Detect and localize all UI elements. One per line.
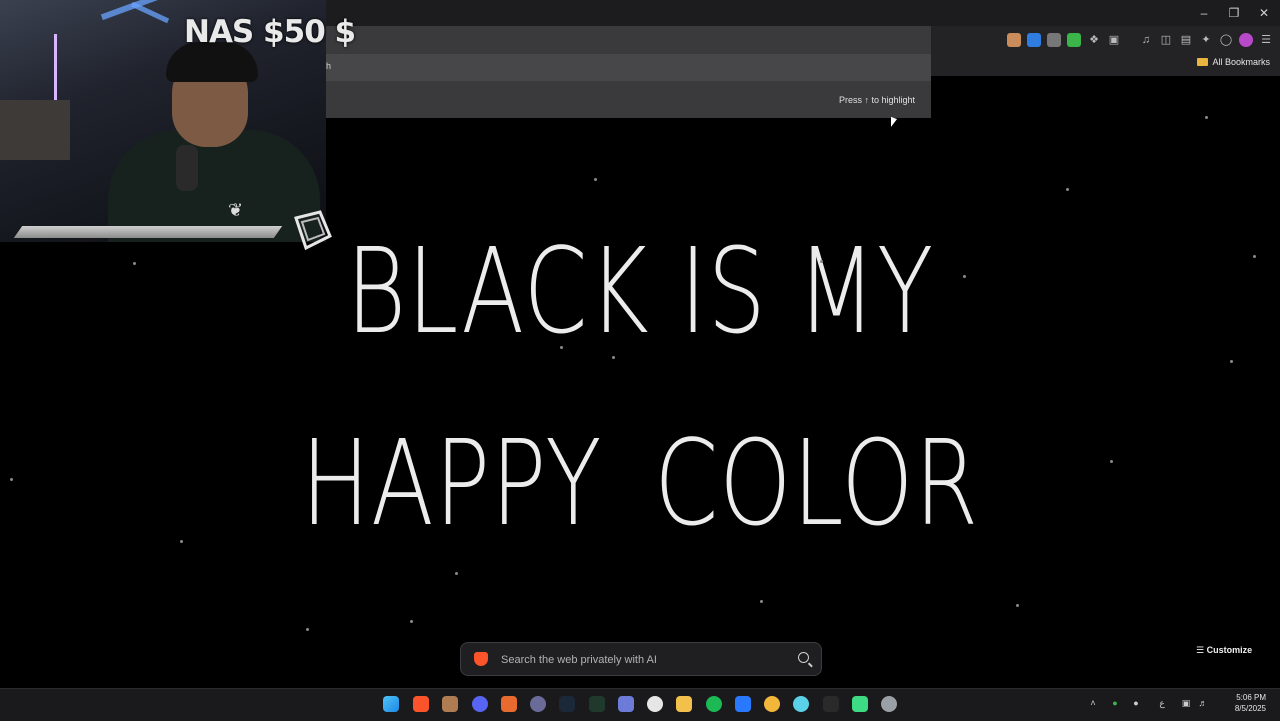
particle — [455, 572, 458, 575]
omnibox-suggestion-row[interactable]: Press ↑ to highlight — [326, 82, 931, 118]
screenshot-icon[interactable]: ▣ — [1107, 33, 1121, 47]
wallet-icon[interactable]: ▤ — [1179, 33, 1193, 47]
deer-logo-icon: ❦ — [228, 200, 244, 220]
particle — [1230, 360, 1233, 363]
omnibox-hint: Press ↑ to highlight — [838, 95, 915, 105]
folder-icon — [1197, 58, 1209, 66]
shelf — [0, 100, 70, 160]
particle — [410, 620, 413, 623]
particle — [560, 346, 563, 349]
particle — [1110, 460, 1113, 463]
neon-light — [130, 1, 170, 24]
music-icon[interactable]: ♫ — [1139, 33, 1153, 47]
spotify-icon[interactable] — [706, 696, 722, 712]
tray-chevron-icon[interactable]: ˄ — [1088, 698, 1098, 708]
particle — [1066, 188, 1069, 191]
sliders-icon: ☰ — [1196, 645, 1205, 655]
microphone — [176, 145, 198, 191]
microphone-icon[interactable]: ● — [1131, 698, 1141, 708]
particle — [820, 260, 823, 263]
app-icon[interactable] — [793, 696, 809, 712]
customize-button[interactable]: ☰ Customize — [1196, 645, 1252, 656]
extension-icon-4[interactable] — [1067, 33, 1081, 47]
app-icon[interactable] — [530, 696, 546, 712]
particle — [612, 356, 615, 359]
file-explorer-icon[interactable] — [676, 696, 692, 712]
headline-line-1: BLACK IS MY — [346, 222, 934, 360]
particle — [963, 275, 966, 278]
stream-title: NAS $50 $ — [184, 14, 356, 50]
extension-icon-2[interactable] — [1027, 33, 1041, 47]
all-bookmarks-label: All Bookmarks — [1212, 57, 1270, 67]
language-indicator[interactable]: ع — [1157, 698, 1167, 708]
particle — [594, 178, 597, 181]
restore-icon[interactable]: ❐ — [1224, 4, 1244, 22]
particle — [306, 628, 309, 631]
omnibox-text: h — [326, 61, 332, 71]
extension-icon-1[interactable] — [1007, 33, 1021, 47]
clock-time: 5:06 PM — [1236, 693, 1266, 702]
search-input[interactable] — [499, 650, 783, 670]
vpn-shield-icon[interactable]: ◯ — [1219, 33, 1233, 47]
particle — [1253, 255, 1256, 258]
app-icon[interactable] — [764, 696, 780, 712]
brave-lion-icon — [474, 652, 488, 666]
app-icon[interactable] — [852, 696, 868, 712]
steam-icon[interactable] — [559, 696, 575, 712]
customize-label: Customize — [1206, 645, 1253, 655]
app-icon[interactable] — [735, 696, 751, 712]
leo-ai-icon[interactable]: ✦ — [1199, 33, 1213, 47]
puzzle-icon[interactable]: ❖ — [1087, 33, 1101, 47]
app-icon[interactable] — [618, 696, 634, 712]
close-icon[interactable]: ✕ — [1254, 4, 1274, 22]
profile-icon[interactable] — [1239, 33, 1253, 47]
shield-extension-icon[interactable] — [1047, 33, 1061, 47]
app-icon[interactable] — [823, 696, 839, 712]
particle — [1205, 116, 1208, 119]
all-bookmarks-button[interactable]: All Bookmarks — [1197, 57, 1270, 67]
particle — [10, 478, 13, 481]
search-bar[interactable] — [460, 642, 822, 676]
app-icon[interactable] — [501, 696, 517, 712]
app-icon[interactable] — [647, 696, 663, 712]
omnibox-input[interactable]: h — [326, 54, 931, 81]
sidebar-icon[interactable]: ◫ — [1159, 33, 1173, 47]
particle — [133, 262, 136, 265]
minimize-icon[interactable]: – — [1194, 4, 1214, 22]
headline-line-2: HAPPY COLOR — [300, 414, 980, 552]
menu-icon[interactable]: ☰ — [1259, 33, 1273, 47]
mouse-cursor — [891, 116, 897, 130]
particle — [1016, 604, 1019, 607]
xbox-icon[interactable] — [589, 696, 605, 712]
clock-date: 8/5/2025 — [1234, 704, 1266, 713]
brave-browser-icon[interactable] — [413, 696, 429, 712]
windows-start-icon[interactable] — [383, 696, 399, 712]
volume-icon[interactable]: ♬ — [1198, 698, 1208, 708]
clock[interactable]: 5:06 PM 8/5/2025 — [1235, 692, 1266, 714]
particle — [180, 540, 183, 543]
network-icon[interactable]: ▣ — [1181, 698, 1191, 708]
discord-icon[interactable] — [472, 696, 488, 712]
settings-icon[interactable] — [881, 696, 897, 712]
search-icon[interactable] — [798, 652, 809, 663]
app-icon[interactable] — [442, 696, 458, 712]
tray-app-icon[interactable]: ● — [1110, 698, 1120, 708]
particle — [760, 600, 763, 603]
